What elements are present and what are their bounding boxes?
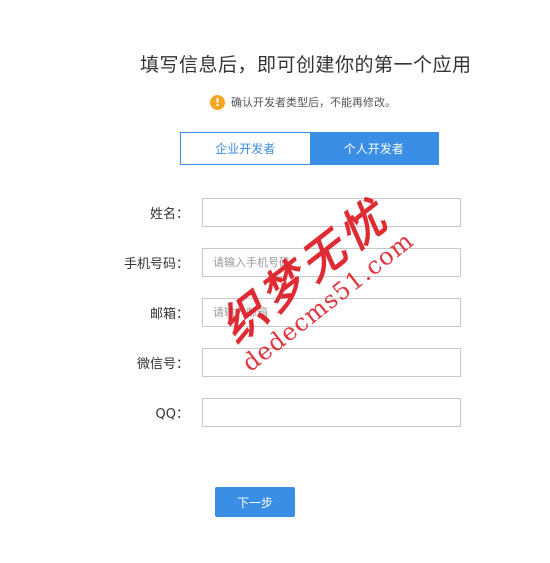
- qq-input[interactable]: [202, 397, 461, 427]
- tab-individual-developer[interactable]: 个人开发者: [309, 133, 438, 164]
- page-title: 填写信息后，即可创建你的第一个应用: [140, 54, 472, 76]
- phone-input[interactable]: [202, 247, 461, 277]
- next-step-button[interactable]: 下一步: [215, 487, 295, 517]
- wechat-input[interactable]: [202, 347, 461, 377]
- wechat-label: 微信号：: [136, 356, 189, 372]
- name-label: 姓名：: [149, 206, 189, 222]
- phone-label: 手机号码：: [123, 256, 189, 272]
- form-row-name: 姓名：: [100, 197, 480, 227]
- tab-enterprise-developer[interactable]: 企业开发者: [181, 133, 310, 164]
- form-row-qq: QQ：: [100, 397, 480, 427]
- name-input[interactable]: [202, 197, 461, 227]
- form-row-email: 邮箱：: [100, 297, 480, 327]
- warning-icon: !: [210, 94, 225, 110]
- form-row-wechat: 微信号：: [100, 347, 480, 377]
- email-label: 邮箱：: [149, 306, 189, 322]
- developer-type-tabs: 企业开发者 个人开发者: [180, 132, 439, 165]
- notice-bar: ! 确认开发者类型后，不能再修改。: [210, 93, 396, 111]
- qq-label: QQ：: [155, 406, 189, 422]
- email-input[interactable]: [202, 297, 461, 327]
- developer-info-page: 填写信息后，即可创建你的第一个应用 ! 确认开发者类型后，不能再修改。 企业开发…: [0, 0, 550, 563]
- notice-text: 确认开发者类型后，不能再修改。: [231, 96, 396, 109]
- form-row-phone: 手机号码：: [100, 247, 480, 277]
